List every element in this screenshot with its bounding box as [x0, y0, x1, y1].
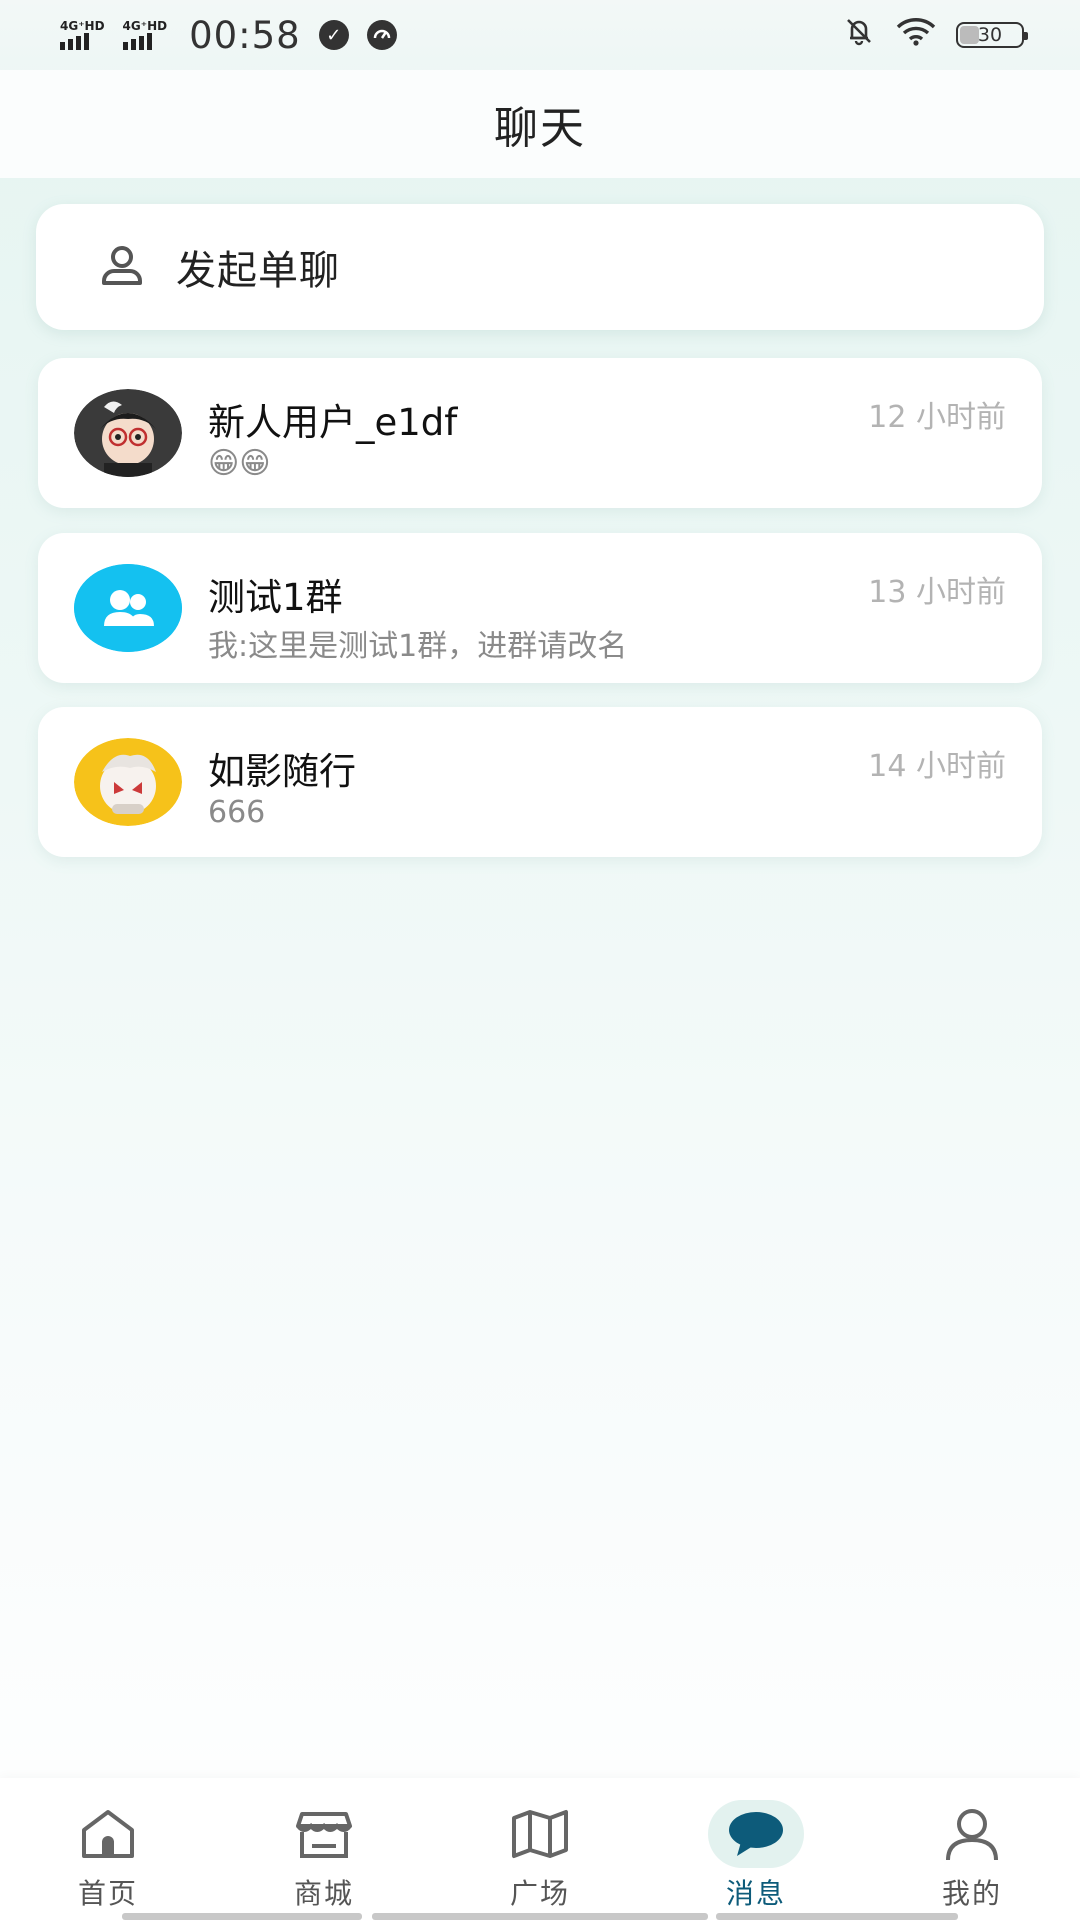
chat-bubble-icon — [708, 1800, 804, 1868]
chat-name: 新人用户_e1df — [208, 401, 458, 444]
start-chat-label: 发起单聊 — [176, 248, 340, 294]
signal-bars-icon — [60, 32, 89, 50]
status-bar: 4G⁺HD 4G⁺HD 00:58 ✓ 30 — [0, 0, 1080, 70]
page-title: 聊天 — [494, 103, 586, 154]
home-indicator — [122, 1913, 362, 1920]
chat-name: 测试1群 — [208, 576, 343, 619]
signal-2: 4G⁺HD — [122, 19, 168, 50]
home-indicator — [716, 1913, 958, 1920]
group-avatar — [74, 564, 182, 652]
nav-item-store[interactable]: 商城 — [216, 1778, 432, 1920]
profile-icon — [924, 1800, 1020, 1868]
chat-name: 如影随行 — [208, 750, 356, 793]
user-avatar — [74, 738, 182, 826]
header: 聊天 — [0, 70, 1080, 178]
bottom-nav: 首页 商城 广场 消息 我的 — [0, 1778, 1080, 1920]
start-single-chat-button[interactable]: 发起单聊 — [36, 204, 1044, 330]
chat-time: 12 小时前 — [868, 400, 1006, 435]
signal-2-label: 4G⁺HD — [122, 19, 168, 33]
person-icon — [98, 241, 146, 293]
nav-label: 商城 — [293, 1877, 354, 1910]
chat-list-item[interactable]: 新人用户_e1df 😁😁 12 小时前 — [38, 358, 1042, 508]
nav-item-plaza[interactable]: 广场 — [432, 1778, 648, 1920]
chat-preview: 我:这里是测试1群，进群请改名 — [208, 629, 628, 664]
store-icon — [276, 1800, 372, 1868]
chat-time: 13 小时前 — [868, 575, 1006, 610]
signal-bars-icon — [122, 32, 152, 50]
status-left: 4G⁺HD 4G⁺HD 00:58 ✓ — [60, 14, 397, 57]
status-right: 30 — [842, 14, 1028, 57]
nav-label: 消息 — [725, 1877, 786, 1910]
signal-1: 4G⁺HD — [60, 20, 105, 50]
chat-list-item[interactable]: 测试1群 我:这里是测试1群，进群请改名 13 小时前 — [38, 533, 1042, 683]
home-icon — [60, 1800, 156, 1868]
nav-label: 我的 — [941, 1877, 1002, 1910]
signal-1-label: 4G⁺HD — [60, 19, 105, 33]
home-indicator — [372, 1913, 708, 1920]
chat-time: 14 小时前 — [868, 749, 1006, 784]
nav-item-messages[interactable]: 消息 — [648, 1778, 864, 1920]
battery-level: 30 — [977, 24, 1003, 46]
nav-item-home[interactable]: 首页 — [0, 1778, 216, 1920]
bell-muted-icon — [842, 14, 876, 57]
chat-preview: 😁😁 — [208, 446, 271, 481]
status-time: 00:58 — [189, 13, 301, 57]
user-avatar — [74, 389, 182, 477]
nav-label: 广场 — [509, 1877, 570, 1910]
chat-preview: 666 — [208, 795, 266, 830]
map-icon — [492, 1800, 588, 1868]
speedometer-icon — [366, 20, 397, 50]
wifi-icon — [894, 15, 938, 56]
nav-label: 首页 — [77, 1877, 138, 1910]
battery-icon: 30 — [956, 22, 1028, 48]
check-circle-icon: ✓ — [318, 20, 349, 50]
nav-item-profile[interactable]: 我的 — [864, 1778, 1080, 1920]
chat-list-item[interactable]: 如影随行 666 14 小时前 — [38, 707, 1042, 857]
